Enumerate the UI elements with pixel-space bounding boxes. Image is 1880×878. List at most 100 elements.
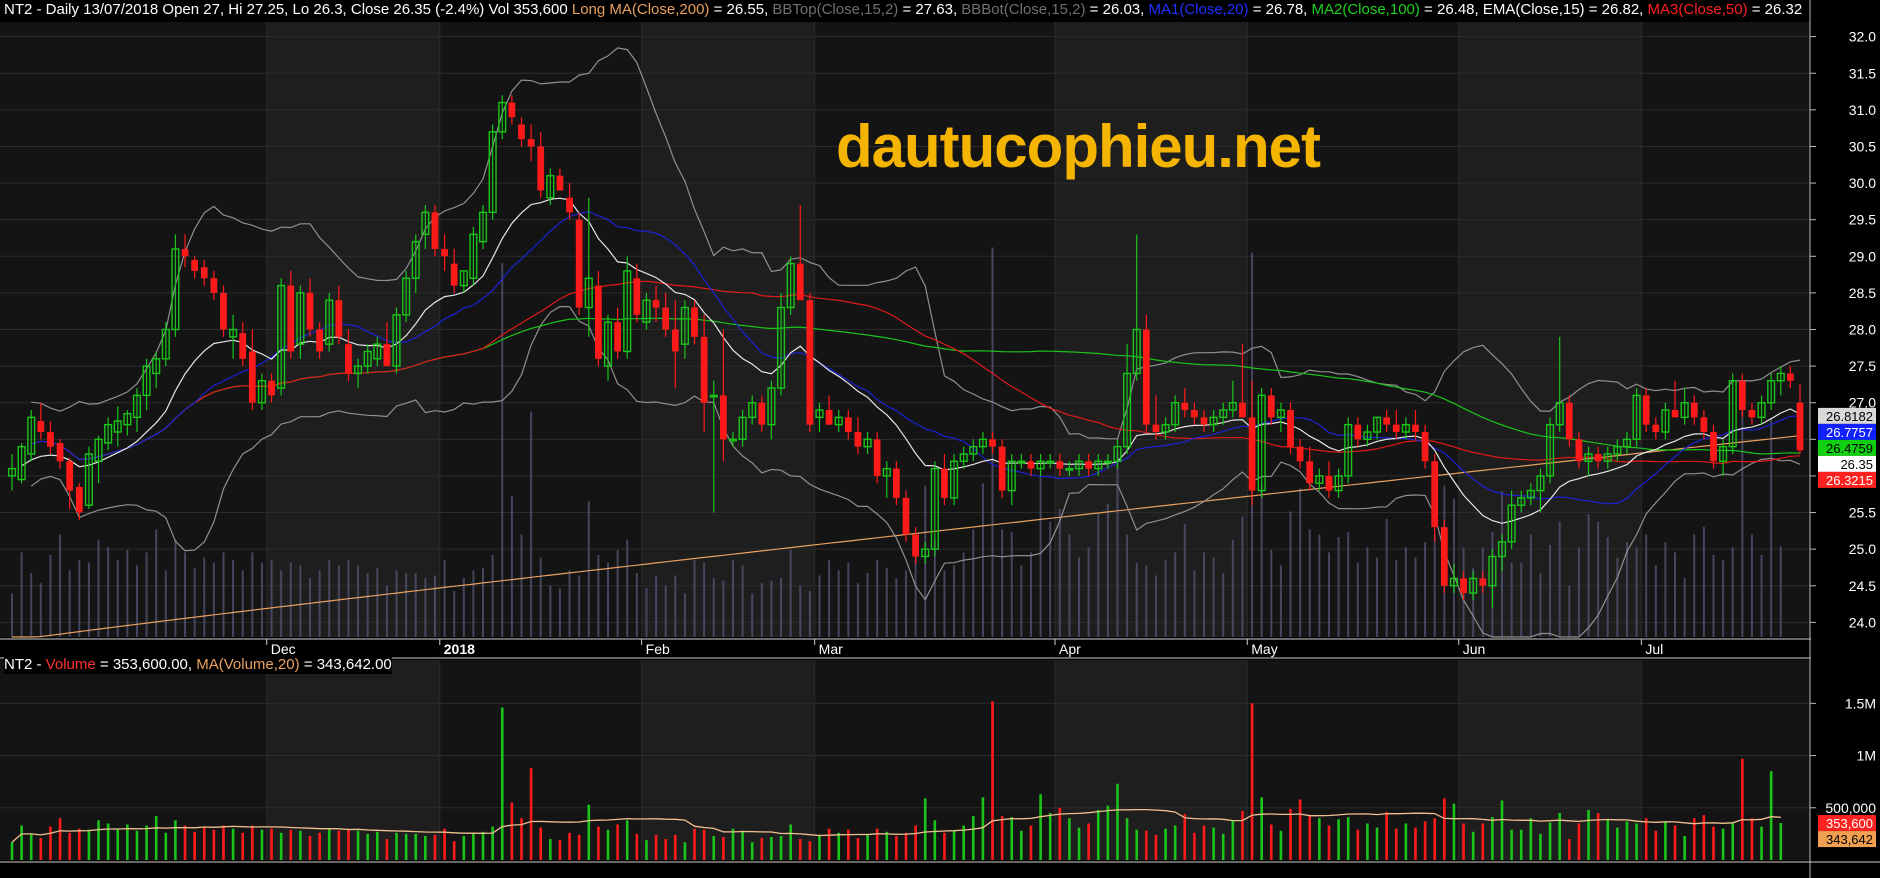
- candle-body: [383, 344, 391, 367]
- volume-bar: [1433, 818, 1437, 860]
- candle-body: [1690, 402, 1698, 418]
- value-badge-text: 26.4759: [1826, 441, 1873, 456]
- volume-bar: [1491, 817, 1494, 860]
- candle-body: [1248, 417, 1256, 491]
- month-label: Jun: [1463, 641, 1486, 657]
- volume-bar: [1625, 821, 1629, 860]
- candle-body: [220, 292, 227, 330]
- volume-underlay-bar: [1001, 529, 1004, 637]
- volume-underlay-bar: [1635, 547, 1638, 637]
- volume-bar: [952, 830, 956, 860]
- volume-underlay-bar: [1750, 534, 1753, 637]
- volume-underlay-bar: [1674, 552, 1677, 637]
- volume-underlay-bar: [539, 557, 542, 637]
- price-tick-label: 30.0: [1849, 175, 1876, 191]
- main-legend-part: BBBot(Close,15,2): [961, 1, 1086, 18]
- volume-bar: [741, 830, 744, 860]
- volume-underlay-bar: [1126, 534, 1129, 637]
- volume-underlay-bar: [424, 578, 427, 637]
- volume-bar: [1529, 818, 1533, 860]
- volume-bar: [1077, 827, 1081, 860]
- volume-bar: [154, 816, 158, 860]
- candle-body: [537, 146, 545, 191]
- volume-bar: [366, 833, 369, 860]
- candle-body: [1325, 475, 1333, 491]
- volume-underlay-bar: [443, 560, 446, 637]
- volume-bar: [1241, 810, 1244, 860]
- volume-underlay-bar: [116, 560, 119, 637]
- volume-underlay-bar: [885, 567, 888, 637]
- main-legend-part: = 26.55,: [709, 1, 773, 18]
- volume-underlay-bar: [232, 560, 235, 637]
- volume-bar: [231, 828, 235, 860]
- volume-bar: [1692, 818, 1696, 860]
- volume-bar: [529, 768, 533, 860]
- price-tick-label: 32.0: [1849, 29, 1876, 45]
- volume-bar: [597, 826, 600, 860]
- volume-underlay-bar: [260, 562, 263, 637]
- volume-bar: [664, 839, 667, 860]
- volume-underlay-bar: [549, 585, 552, 637]
- main-legend-part: Long MA(Close,200): [571, 1, 710, 18]
- main-legend-part: NT2 - Daily 13/07/2018 Open 27, Hi 27.25…: [4, 1, 572, 18]
- month-label: May: [1251, 641, 1277, 657]
- candle-body: [1392, 424, 1400, 432]
- volume-underlay-bar: [462, 578, 465, 637]
- volume-bar: [1145, 830, 1148, 860]
- volume-bar: [97, 820, 100, 860]
- volume-underlay-bar: [433, 575, 436, 637]
- candle-body: [595, 285, 602, 359]
- volume-bar: [702, 829, 706, 860]
- volume-bar: [270, 828, 273, 860]
- volume-underlay-bar: [1404, 547, 1407, 637]
- volume-bar: [1519, 829, 1523, 860]
- main-legend-part: MA1(Close,20): [1148, 1, 1249, 18]
- volume-underlay-bar: [530, 411, 533, 637]
- main-legend-part: = 26.03,: [1085, 1, 1149, 18]
- candle-body: [671, 329, 679, 352]
- volume-bar: [1298, 799, 1302, 860]
- volume-underlay-bar: [1193, 570, 1196, 637]
- volume-bar: [1500, 800, 1504, 860]
- volume-underlay-bar: [1741, 388, 1744, 637]
- volume-underlay-bar: [510, 496, 513, 637]
- candle-body: [1738, 380, 1746, 411]
- volume-underlay-bar: [1279, 565, 1282, 637]
- volume-bar: [1769, 771, 1773, 860]
- volume-underlay-bar: [799, 585, 802, 637]
- volume-bar: [837, 832, 841, 860]
- candle-body: [575, 219, 583, 308]
- candle-body: [47, 432, 54, 447]
- candle-body: [1306, 461, 1314, 484]
- volume-underlay-bar: [722, 580, 725, 637]
- volume-underlay-bar: [1664, 542, 1667, 637]
- volume-underlay-bar: [328, 560, 331, 637]
- volume-underlay-bar: [453, 590, 456, 637]
- volume-underlay-bar: [1308, 529, 1311, 637]
- volume-underlay-bar: [1520, 562, 1523, 637]
- volume-underlay-bar: [107, 547, 110, 637]
- candle-body: [1421, 432, 1429, 462]
- volume-underlay-bar: [1337, 537, 1340, 637]
- volume-underlay-bar: [11, 593, 13, 637]
- volume-underlay-bar: [655, 575, 658, 637]
- volume-underlay-bar: [1347, 531, 1350, 637]
- candle-body: [287, 285, 295, 352]
- volume-underlay-bar: [1529, 534, 1532, 637]
- volume-bar: [712, 835, 716, 860]
- candle-body: [691, 307, 698, 337]
- volume-underlay-bar: [905, 570, 907, 637]
- volume-underlay-bar: [193, 567, 196, 637]
- volume-bar: [135, 830, 139, 860]
- volume-bar: [452, 841, 456, 860]
- price-tick-label: 30.5: [1849, 138, 1876, 154]
- volume-bar: [1289, 808, 1292, 860]
- volume-underlay-bar: [578, 575, 581, 637]
- volume-bar: [731, 828, 735, 860]
- volume-underlay-bar: [943, 570, 946, 637]
- volume-underlay-bar: [1270, 549, 1273, 637]
- volume-bar: [549, 839, 552, 860]
- volume-underlay-bar: [683, 593, 686, 637]
- volume-underlay-bar: [366, 572, 369, 637]
- candle-body: [306, 292, 314, 330]
